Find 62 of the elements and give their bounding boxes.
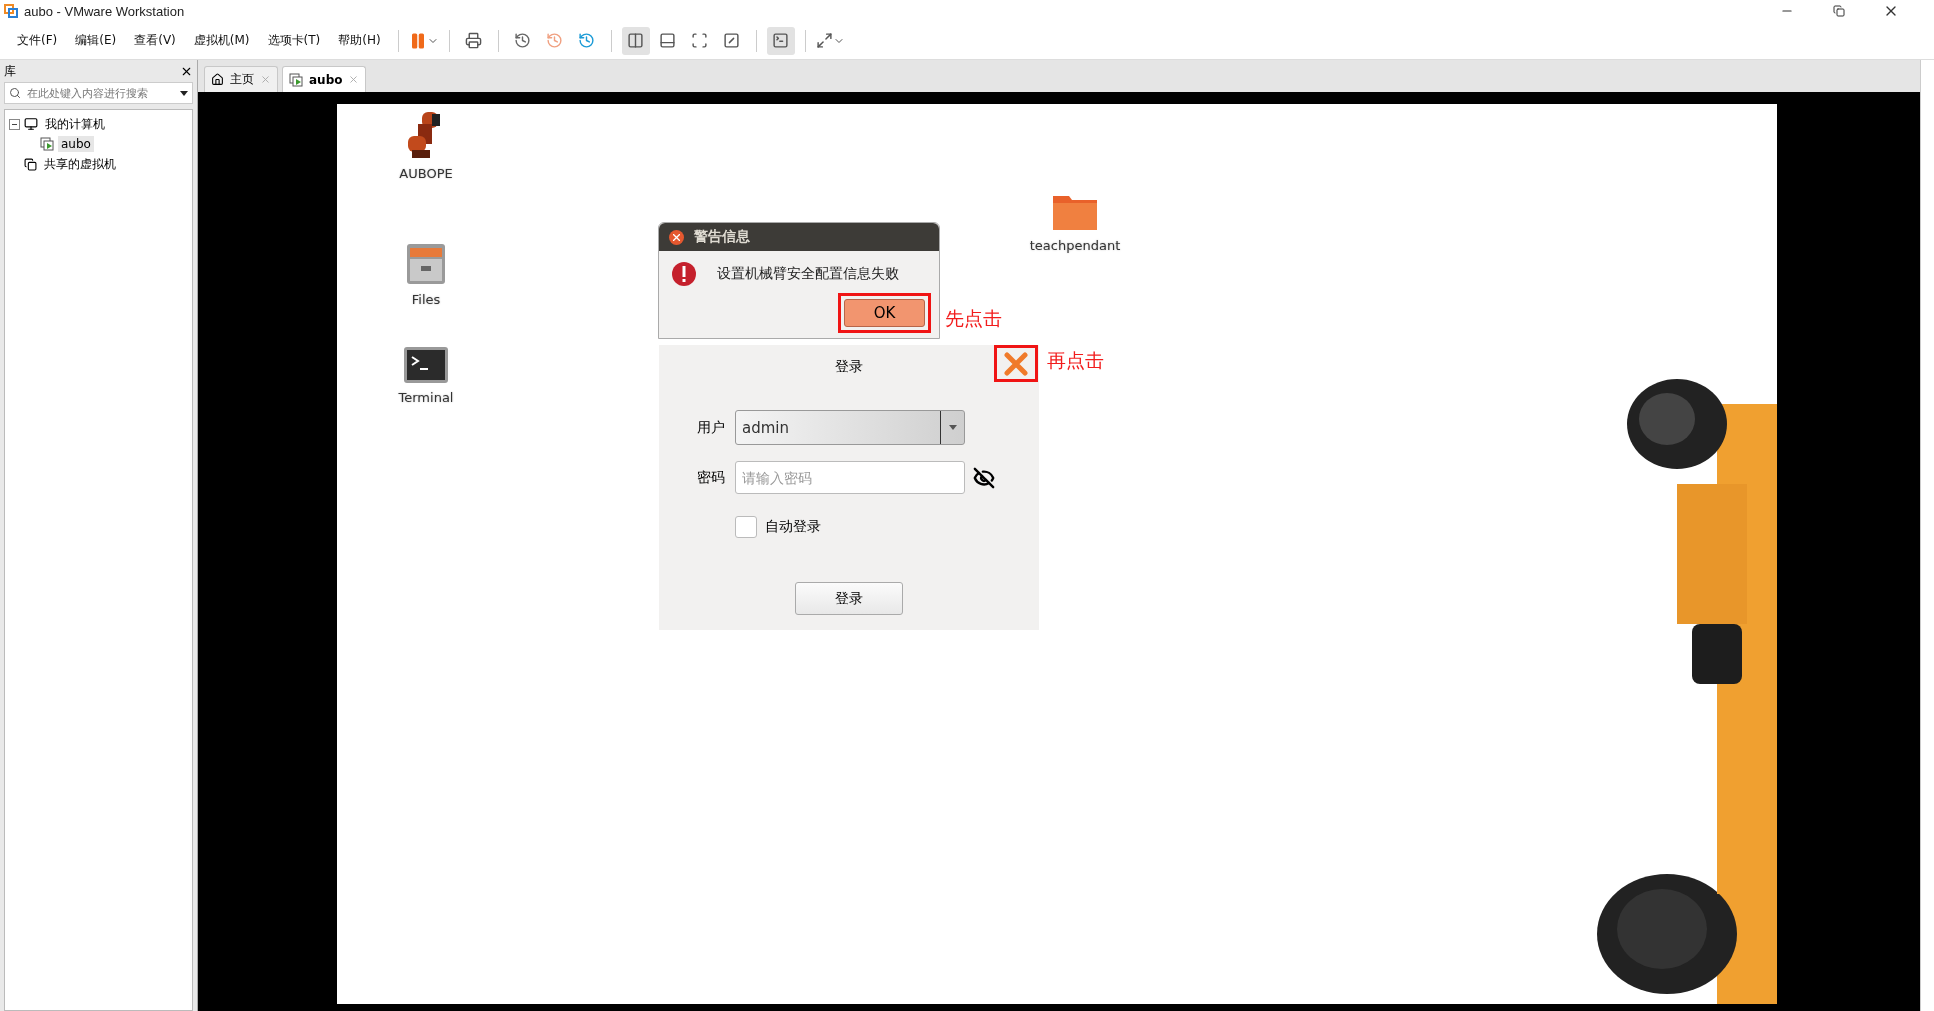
close-x-icon[interactable] <box>1004 351 1028 376</box>
clock-icon <box>546 32 564 49</box>
alert-message: 设置机械臂安全配置信息失败 <box>717 265 899 283</box>
file-cabinet-icon <box>405 242 447 286</box>
printer-icon <box>465 32 483 49</box>
split-panel-icon <box>627 32 645 49</box>
search-icon <box>9 87 21 99</box>
menu-item[interactable]: 帮助(H) <box>331 32 388 49</box>
user-label: 用户 <box>697 418 726 437</box>
clock-icon <box>578 32 596 49</box>
console-view-button[interactable] <box>766 26 795 55</box>
menu-item[interactable]: 编辑(E) <box>68 32 124 49</box>
tab-label: aubo <box>309 72 343 87</box>
collapse-toggle-icon[interactable] <box>9 118 20 130</box>
shared-machines-icon <box>24 157 37 171</box>
dialog-title: 警告信息 <box>694 228 750 246</box>
home-icon <box>211 73 224 86</box>
password-label: 密码 <box>697 468 726 487</box>
full-screen-icon <box>691 32 709 49</box>
user-dropdown[interactable]: admin <box>735 410 965 445</box>
password-field[interactable]: 请输入密码 <box>735 461 965 494</box>
error-icon <box>671 261 697 287</box>
terminal-icon <box>772 32 790 49</box>
login-title: 登录 <box>835 358 863 376</box>
login-button[interactable]: 登录 <box>795 582 903 615</box>
library-view-button[interactable] <box>621 26 650 55</box>
tree-item[interactable]: 我的计算机 <box>42 114 108 134</box>
menu-item[interactable]: 文件(F) <box>10 32 65 49</box>
desktop-shortcut[interactable]: teachpendant <box>1025 192 1125 253</box>
desktop-shortcut[interactable]: AUBOPE <box>376 110 476 181</box>
computer-icon <box>24 117 38 131</box>
ok-button[interactable]: OK <box>844 299 925 327</box>
caret-icon <box>948 425 957 430</box>
search-field[interactable]: 在此处键入内容进行搜索 <box>4 82 193 104</box>
virtual-machine-icon <box>289 72 303 87</box>
virtual-machine-icon <box>40 137 54 151</box>
tree-item[interactable]: aubo <box>58 136 94 152</box>
annotation-text: 再点击 <box>1047 348 1104 373</box>
library-title: 库 <box>4 62 16 80</box>
annotation-text: 先点击 <box>945 306 1002 331</box>
clock-icon <box>514 32 532 49</box>
tab-label: 主页 <box>230 71 254 88</box>
tab[interactable]: aubo <box>282 66 367 92</box>
slashed-square-icon <box>723 32 741 49</box>
menu-item[interactable]: 查看(V) <box>127 32 183 49</box>
menu-item[interactable]: 选项卡(T) <box>260 32 328 49</box>
window-title: aubo - VMware Workstation <box>24 3 186 19</box>
tab[interactable]: 主页 <box>204 66 278 92</box>
terminal-icon <box>403 346 449 384</box>
desktop-shortcut[interactable]: Files <box>376 242 476 307</box>
auto-login-label: 自动登录 <box>765 518 821 536</box>
auto-login-checkbox[interactable] <box>735 516 757 538</box>
desktop-shortcut[interactable]: Terminal <box>376 346 476 405</box>
expand-arrows-icon <box>815 32 833 49</box>
hidden-eye-icon[interactable] <box>973 466 995 489</box>
tree-item[interactable]: 共享的虚拟机 <box>41 154 119 174</box>
caret-icon[interactable] <box>180 90 188 96</box>
restore-icon <box>1833 5 1845 17</box>
app-logo-icon <box>4 4 18 18</box>
close-icon[interactable] <box>669 229 684 245</box>
bottom-panel-icon <box>659 32 677 49</box>
menu-item[interactable]: 虚拟机(M) <box>186 32 257 49</box>
